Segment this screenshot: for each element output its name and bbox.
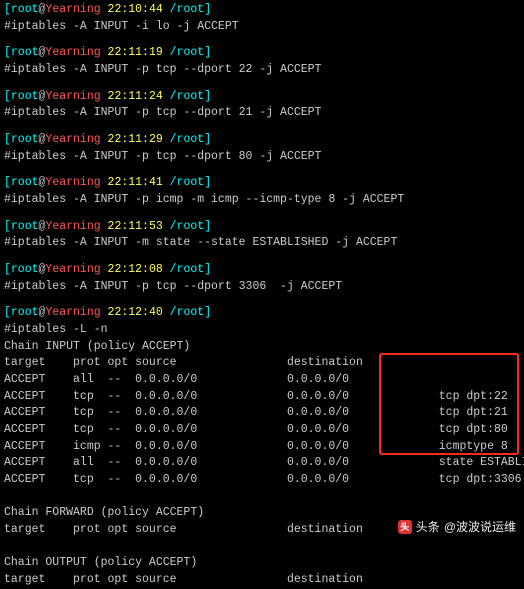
prompt: [root@Yearning 22:11:29 /root] <box>4 132 520 149</box>
rule-row: ACCEPT icmp -- 0.0.0.0/0 0.0.0.0/0 icmpt… <box>4 439 520 456</box>
command-line: #iptables -A INPUT -p tcp --dport 22 -j … <box>4 62 520 79</box>
chain-input-header: Chain INPUT (policy ACCEPT) <box>4 339 520 356</box>
rule-row: ACCEPT tcp -- 0.0.0.0/0 0.0.0.0/0 tcp dp… <box>4 405 520 422</box>
command-block-3: [root@Yearning 22:11:29 /root]#iptables … <box>4 132 520 165</box>
command-block-0: [root@Yearning 22:10:44 /root]#iptables … <box>4 2 520 35</box>
blank-line <box>4 539 520 556</box>
prompt: [root@Yearning 22:11:19 /root] <box>4 45 520 62</box>
prompt: [root@Yearning 22:12:08 /root] <box>4 262 520 279</box>
command-line: #iptables -A INPUT -p icmp -m icmp --icm… <box>4 192 520 209</box>
command-line: #iptables -A INPUT -p tcp --dport 80 -j … <box>4 149 520 166</box>
command-block-1: [root@Yearning 22:11:19 /root]#iptables … <box>4 45 520 78</box>
blank-line <box>4 489 520 506</box>
terminal-output[interactable]: [root@Yearning 22:10:44 /root]#iptables … <box>4 2 520 589</box>
command-block-4: [root@Yearning 22:11:41 /root]#iptables … <box>4 175 520 208</box>
prompt: [root@Yearning 22:10:44 /root] <box>4 2 520 19</box>
watermark-icon: 头 <box>398 520 412 534</box>
command-line: #iptables -A INPUT -m state --state ESTA… <box>4 235 520 252</box>
rule-row: ACCEPT all -- 0.0.0.0/0 0.0.0.0/0 <box>4 372 520 389</box>
rules-header: target prot opt source destination <box>4 355 520 372</box>
watermark: 头 头条 @波波说运维 <box>398 519 516 536</box>
command-block-5: [root@Yearning 22:11:53 /root]#iptables … <box>4 219 520 252</box>
prompt: [root@Yearning 22:11:41 /root] <box>4 175 520 192</box>
command-line: #iptables -A INPUT -p tcp --dport 3306 -… <box>4 279 520 296</box>
chain-output-header: Chain OUTPUT (policy ACCEPT) <box>4 555 520 572</box>
rule-row: ACCEPT tcp -- 0.0.0.0/0 0.0.0.0/0 tcp dp… <box>4 389 520 406</box>
command-line: #iptables -A INPUT -i lo -j ACCEPT <box>4 19 520 36</box>
rule-row: ACCEPT tcp -- 0.0.0.0/0 0.0.0.0/0 tcp dp… <box>4 472 520 489</box>
prompt: [root@Yearning 22:12:40 /root] <box>4 305 520 322</box>
watermark-prefix: 头条 <box>416 519 440 536</box>
rule-row: ACCEPT all -- 0.0.0.0/0 0.0.0.0/0 state … <box>4 455 520 472</box>
command-block-2: [root@Yearning 22:11:24 /root]#iptables … <box>4 89 520 122</box>
prompt: [root@Yearning 22:11:53 /root] <box>4 219 520 236</box>
rules-header: target prot opt source destination <box>4 572 520 589</box>
command-block-6: [root@Yearning 22:12:08 /root]#iptables … <box>4 262 520 295</box>
watermark-text: @波波说运维 <box>444 519 516 536</box>
command-line: #iptables -L -n <box>4 322 520 339</box>
rule-row: ACCEPT tcp -- 0.0.0.0/0 0.0.0.0/0 tcp dp… <box>4 422 520 439</box>
prompt: [root@Yearning 22:11:24 /root] <box>4 89 520 106</box>
command-line: #iptables -A INPUT -p tcp --dport 21 -j … <box>4 105 520 122</box>
